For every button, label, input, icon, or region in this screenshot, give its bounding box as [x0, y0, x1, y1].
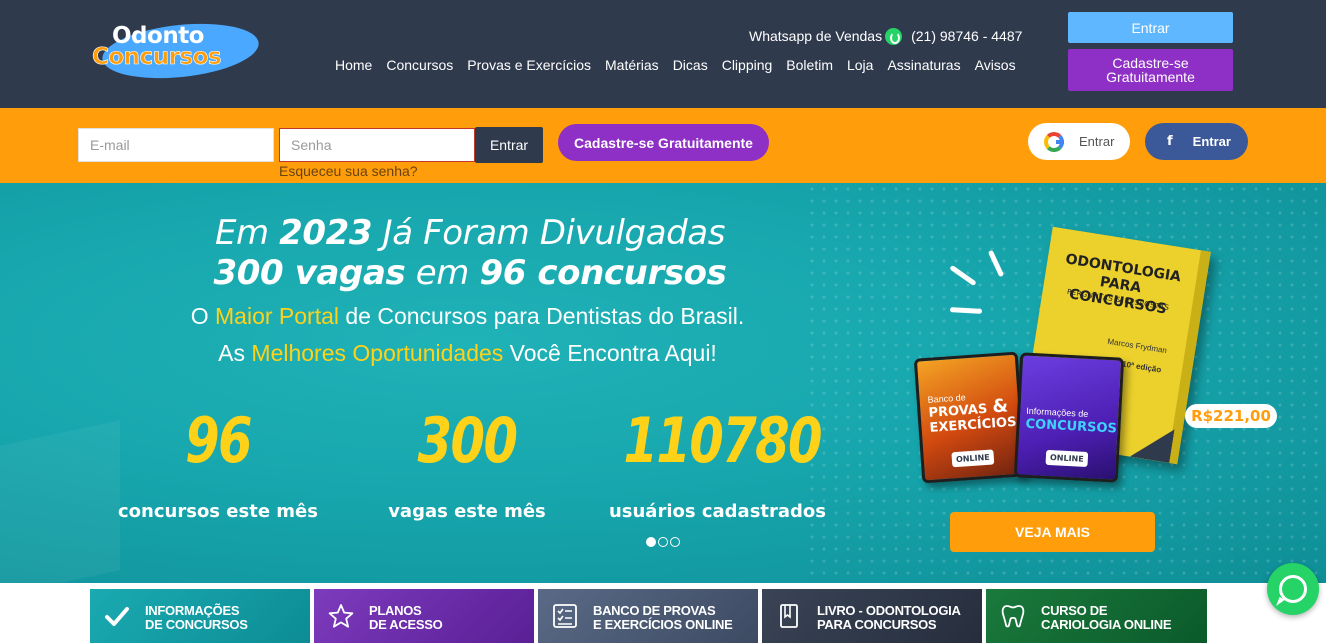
- tile-label: LIVRO - ODONTOLOGIA PARA CONCURSOS: [817, 603, 961, 632]
- hero-line2-mid: em: [405, 253, 480, 293]
- price-badge: R$221,00: [1185, 404, 1277, 428]
- tile-label: BANCO DE PROVAS E EXERCÍCIOS ONLINE: [593, 603, 733, 632]
- top-header: Odonto Concursos Whatsapp de Vendas (21)…: [0, 0, 1326, 108]
- carousel-dot-3[interactable]: [670, 537, 680, 547]
- hero-vagas: 300 vagas: [213, 253, 406, 293]
- sparkle-decoration: [949, 307, 983, 314]
- carousel-dots: [646, 537, 680, 547]
- google-login-label: Entrar: [1079, 134, 1115, 149]
- whatsapp-icon: [885, 27, 903, 45]
- stat-vagas-label: vagas este mês: [388, 501, 546, 522]
- nav-avisos[interactable]: Avisos: [975, 57, 1016, 73]
- tile-label: INFORMAÇÕES DE CONCURSOS: [145, 603, 248, 632]
- sparkle-decoration: [949, 264, 977, 287]
- whatsapp-label: Whatsapp de Vendas: [749, 28, 883, 44]
- stat-vagas-value: 300: [417, 404, 518, 477]
- hero-sub2-post: Você Encontra Aqui!: [503, 340, 717, 366]
- tile-planos-acesso[interactable]: PLANOS DE ACESSO: [314, 589, 534, 643]
- tile-label: PLANOS DE ACESSO: [369, 603, 443, 632]
- sparkle-decoration: [987, 249, 1005, 278]
- password-input[interactable]: [279, 128, 475, 162]
- book-edition: 10ª edição: [1121, 359, 1162, 375]
- google-icon: [1044, 131, 1064, 152]
- book-corner: [1130, 423, 1175, 463]
- tile-banco-provas[interactable]: BANCO DE PROVAS E EXERCÍCIOS ONLINE: [538, 589, 758, 643]
- site-logo[interactable]: Odonto Concursos: [90, 16, 262, 86]
- checklist-icon: [553, 604, 577, 628]
- hero-sub1-post: de Concursos para Dentistas do Brasil.: [339, 303, 745, 329]
- login-bar: Entrar Esqueceu sua senha? Cadastre-se G…: [0, 108, 1326, 183]
- carousel-dot-2[interactable]: [658, 537, 668, 547]
- stat-usuarios-label: usuários cadastrados: [608, 501, 827, 522]
- nav-home[interactable]: Home: [335, 57, 372, 73]
- hero-year: 2023: [279, 213, 373, 253]
- card-provas-amp: &: [991, 395, 1009, 418]
- forgot-password-link[interactable]: Esqueceu sua senha?: [279, 163, 418, 179]
- star-icon: [328, 604, 354, 628]
- book-icon: [780, 604, 798, 628]
- hero-sub1-highlight: Maior Portal: [215, 303, 339, 329]
- facebook-login-label: Entrar: [1192, 134, 1231, 149]
- stat-concursos-label: concursos este mês: [118, 501, 318, 522]
- hero-line1-pre: Em: [214, 213, 280, 253]
- facebook-login-button[interactable]: f Entrar: [1145, 123, 1248, 160]
- product-card-provas[interactable]: Banco de PROVAS EXERCÍCIOS & ONLINE: [913, 351, 1027, 484]
- tile-label: CURSO DE CARIOLOGIA ONLINE: [1041, 603, 1172, 632]
- header-login-button[interactable]: Entrar: [1068, 12, 1233, 43]
- facebook-icon: f: [1167, 134, 1173, 149]
- whatsapp-chat-button[interactable]: [1267, 563, 1319, 615]
- nav-clipping[interactable]: Clipping: [722, 57, 773, 73]
- main-nav: Home Concursos Provas e Exercícios Matér…: [335, 57, 1016, 73]
- whatsapp-sales[interactable]: Whatsapp de Vendas (21) 98746 - 4487: [749, 27, 1022, 45]
- hero-concursos: 96 concursos: [479, 253, 727, 293]
- online-badge: ONLINE: [1045, 449, 1089, 468]
- hero-subtitle-1: O Maior Portal de Concursos para Dentist…: [0, 302, 935, 330]
- hero-headline-line2: 300 vagas em 96 concursos: [0, 253, 940, 293]
- online-badge: ONLINE: [951, 449, 995, 468]
- nav-provas-exercicios[interactable]: Provas e Exercícios: [467, 57, 591, 73]
- nav-loja[interactable]: Loja: [847, 57, 873, 73]
- hero-sub1-pre: O: [190, 303, 216, 329]
- nav-boletim[interactable]: Boletim: [786, 57, 833, 73]
- whatsapp-icon: [1279, 575, 1307, 603]
- signup-button[interactable]: Cadastre-se Gratuitamente: [558, 124, 769, 161]
- product-card-concursos[interactable]: Informações de CONCURSOS ONLINE: [1013, 352, 1125, 483]
- google-login-button[interactable]: Entrar: [1028, 123, 1130, 160]
- veja-mais-button[interactable]: VEJA MAIS: [950, 512, 1155, 552]
- carousel-dot-1[interactable]: [646, 537, 656, 547]
- tile-curso-cariologia[interactable]: CURSO DE CARIOLOGIA ONLINE: [986, 589, 1207, 643]
- nav-dicas[interactable]: Dicas: [673, 57, 708, 73]
- hero-sub2-highlight: Melhores Oportunidades: [251, 340, 504, 366]
- login-submit-button[interactable]: Entrar: [475, 127, 543, 163]
- nav-concursos[interactable]: Concursos: [386, 57, 453, 73]
- logo-word-concursos: Concursos: [92, 44, 222, 70]
- tile-informacoes-concursos[interactable]: INFORMAÇÕES DE CONCURSOS: [90, 589, 310, 643]
- hero-sub2-pre: As: [218, 340, 252, 366]
- header-signup-button[interactable]: Cadastre-se Gratuitamente: [1068, 49, 1233, 91]
- card-concursos-title: CONCURSOS: [1025, 416, 1118, 437]
- stat-usuarios-value: 110780: [623, 404, 823, 477]
- book-author: Marcos Frydman: [1106, 336, 1168, 356]
- email-input[interactable]: [78, 128, 274, 162]
- tooth-icon: [1001, 605, 1025, 628]
- nav-materias[interactable]: Matérias: [605, 57, 659, 73]
- check-icon: [105, 607, 129, 626]
- hero-banner: Em 2023 Já Foram Divulgadas 300 vagas em…: [0, 183, 1326, 583]
- tile-livro-odontologia[interactable]: LIVRO - ODONTOLOGIA PARA CONCURSOS: [762, 589, 982, 643]
- hero-headline-line1: Em 2023 Já Foram Divulgadas: [0, 213, 940, 253]
- feature-tiles: INFORMAÇÕES DE CONCURSOS PLANOS DE ACESS…: [0, 589, 1326, 643]
- whatsapp-phone[interactable]: (21) 98746 - 4487: [911, 28, 1022, 44]
- hero-line1-post: Já Foram Divulgadas: [372, 213, 726, 253]
- nav-assinaturas[interactable]: Assinaturas: [887, 57, 960, 73]
- hero-subtitle-2: As Melhores Oportunidades Você Encontra …: [0, 339, 935, 367]
- stat-concursos-value: 96: [185, 404, 252, 477]
